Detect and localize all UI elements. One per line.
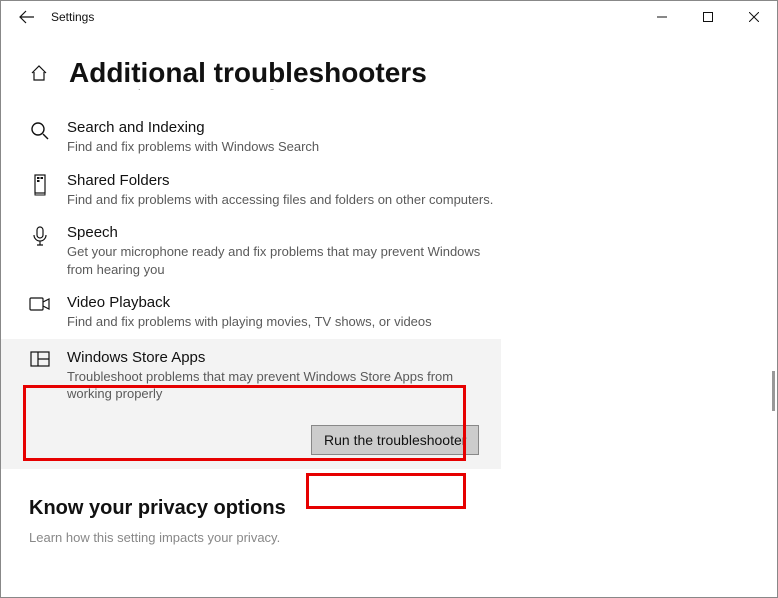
maximize-button[interactable]: [685, 1, 731, 33]
item-title: Search and Indexing: [67, 119, 319, 136]
page-title: Additional troubleshooters: [69, 57, 427, 89]
maximize-icon: [703, 12, 713, 22]
window-title: Settings: [51, 10, 94, 24]
item-title: Windows Store Apps: [67, 349, 501, 366]
titlebar: Settings: [1, 1, 777, 33]
item-desc: Get your microphone ready and fix proble…: [67, 243, 501, 278]
troubleshooter-windows-store-apps[interactable]: Windows Store Apps Troubleshoot problems…: [1, 339, 501, 411]
arrow-left-icon: [19, 9, 35, 25]
microphone-icon: [29, 226, 51, 248]
troubleshooter-search-indexing[interactable]: Search and Indexing Find and fix problem…: [1, 111, 501, 164]
item-title: Speech: [67, 224, 501, 241]
page-header: Additional troubleshooters: [1, 33, 777, 93]
item-title: Shared Folders: [67, 172, 493, 189]
search-icon: [29, 121, 51, 143]
privacy-desc: Learn how this setting impacts your priv…: [29, 530, 777, 545]
close-icon: [749, 12, 759, 22]
selected-troubleshooter-panel: Windows Store Apps Troubleshoot problems…: [1, 339, 501, 469]
troubleshooter-speech[interactable]: Speech Get your microphone ready and fix…: [1, 216, 501, 286]
store-apps-icon: [29, 351, 51, 373]
troubleshooter-shared-folders[interactable]: Shared Folders Find and fix problems wit…: [1, 164, 501, 217]
troubleshooter-video-playback[interactable]: Video Playback Find and fix problems wit…: [1, 286, 501, 339]
video-icon: [29, 296, 51, 318]
scrollbar-thumb[interactable]: [772, 371, 775, 411]
shared-folders-icon: [29, 174, 51, 196]
item-desc: Find and fix problems with playing movie…: [67, 313, 432, 331]
minimize-icon: [657, 12, 667, 22]
close-button[interactable]: [731, 1, 777, 33]
minimize-button[interactable]: [639, 1, 685, 33]
troubleshooter-list: Search and Indexing Find and fix problem…: [1, 99, 777, 469]
item-title: Video Playback: [67, 294, 432, 311]
home-button[interactable]: [29, 64, 49, 82]
privacy-section: Know your privacy options Learn how this…: [1, 469, 777, 545]
back-button[interactable]: [17, 9, 37, 25]
item-desc: Find and fix problems with Windows Searc…: [67, 138, 319, 156]
home-icon: [30, 64, 48, 82]
privacy-heading: Know your privacy options: [29, 497, 777, 520]
item-desc: Troubleshoot problems that may prevent W…: [67, 368, 501, 403]
run-troubleshooter-button[interactable]: Run the troubleshooter: [311, 425, 479, 455]
cutoff-prev-item: Find and fix problems with recording sou…: [1, 89, 777, 99]
item-desc: Find and fix problems with accessing fil…: [67, 191, 493, 209]
